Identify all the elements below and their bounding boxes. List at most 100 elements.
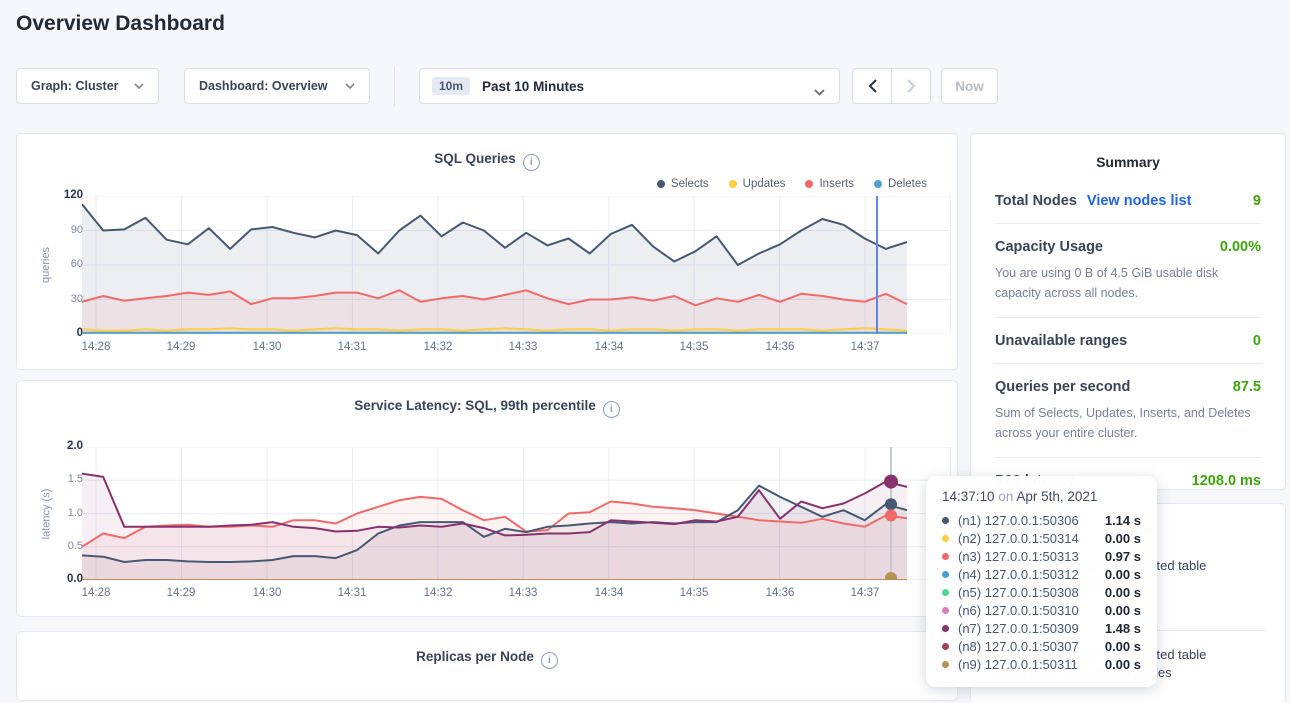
node-value: 0.00 s	[1105, 657, 1141, 672]
node-value: 0.00 s	[1105, 531, 1141, 546]
summary-row-unavailable-ranges: Unavailable ranges 0	[995, 318, 1261, 364]
chevron-right-icon	[907, 79, 916, 93]
node-label: (n4) 127.0.0.1:50312	[958, 567, 1079, 582]
x-tick: 14:29	[151, 341, 211, 353]
node-dot-icon	[942, 661, 949, 668]
legend-item-inserts[interactable]: Inserts	[805, 178, 854, 190]
sql-queries-panel: SQL Queries i Selects Updates Inserts Del…	[16, 133, 958, 370]
chevron-left-icon	[868, 79, 877, 93]
summary-label: Capacity Usage	[995, 239, 1103, 255]
tooltip-node-list: (n1) 127.0.0.1:503061.14 s(n2) 127.0.0.1…	[942, 511, 1141, 673]
node-dot-icon	[942, 517, 949, 524]
prev-time-button[interactable]	[853, 69, 892, 103]
y-tick: 2.0	[27, 440, 83, 452]
x-tick: 14:29	[151, 587, 211, 599]
node-dot-icon	[942, 571, 949, 578]
legend-label: Deletes	[888, 178, 927, 190]
node-label: (n2) 127.0.0.1:50314	[958, 531, 1079, 546]
summary-title: Summary	[995, 154, 1261, 170]
x-tick: 14:36	[750, 587, 810, 599]
info-icon[interactable]: i	[603, 401, 620, 418]
y-tick: 60	[27, 258, 83, 270]
x-tick: 14:36	[750, 341, 810, 353]
service-latency-title-text: Service Latency: SQL, 99th percentile	[354, 398, 596, 413]
graph-dropdown[interactable]: Graph: Cluster	[16, 68, 159, 104]
node-dot-icon	[942, 553, 949, 560]
y-tick: 1.5	[27, 473, 83, 485]
node-dot-icon	[942, 589, 949, 596]
inserts-dot-icon	[805, 180, 813, 188]
legend-item-updates[interactable]: Updates	[729, 178, 786, 190]
service-latency-panel: Service Latency: SQL, 99th percentilei l…	[16, 380, 958, 617]
y-tick: 0.5	[27, 540, 83, 552]
node-label: (n6) 127.0.0.1:50310	[958, 603, 1079, 618]
summary-panel: Summary Total Nodes View nodes list 9 Ca…	[970, 133, 1286, 490]
x-tick: 14:31	[322, 341, 382, 353]
time-range-badge: 10m	[432, 77, 470, 95]
sql-queries-chart[interactable]	[82, 196, 951, 334]
y-tick: 0	[27, 327, 83, 339]
toolbar-divider	[394, 66, 395, 106]
tooltip-row: (n5) 127.0.0.1:503080.00 s	[942, 583, 1141, 601]
summary-label: Total Nodes	[995, 193, 1077, 209]
time-step-buttons	[852, 68, 931, 104]
node-value: 1.48 s	[1105, 621, 1141, 636]
x-tick: 14:30	[237, 341, 297, 353]
deletes-dot-icon	[874, 180, 882, 188]
time-range-label: Past 10 Minutes	[482, 79, 584, 94]
x-tick: 14:30	[237, 587, 297, 599]
tooltip-row: (n3) 127.0.0.1:503130.97 s	[942, 547, 1141, 565]
tooltip-row: (n2) 127.0.0.1:50314 0.00 s	[942, 529, 1141, 547]
service-latency-title: Service Latency: SQL, 99th percentile i	[17, 398, 957, 418]
tooltip-row: (n9) 127.0.0.1:50311 0.00 s	[942, 655, 1141, 673]
chevron-down-icon	[814, 83, 825, 101]
dashboard-dropdown-label: Dashboard: Overview	[199, 79, 328, 93]
now-button[interactable]: Now	[941, 68, 998, 104]
tooltip-timestamp: 14:37:10 on Apr 5th, 2021	[942, 489, 1141, 504]
legend-label: Inserts	[819, 178, 854, 190]
info-icon[interactable]: i	[541, 652, 558, 669]
node-dot-icon	[942, 643, 949, 650]
tooltip-row: (n1) 127.0.0.1:503061.14 s	[942, 511, 1141, 529]
graph-dropdown-label: Graph: Cluster	[31, 79, 119, 93]
x-tick: 14:28	[66, 587, 126, 599]
sql-queries-title-text: SQL Queries	[434, 151, 516, 166]
x-tick: 14:33	[493, 587, 553, 599]
summary-value: 87.5	[1233, 379, 1261, 395]
legend-item-deletes[interactable]: Deletes	[874, 178, 927, 190]
replicas-title-text: Replicas per Node	[416, 649, 534, 664]
y-tick: 0.0	[27, 573, 83, 585]
next-time-button[interactable]	[892, 69, 930, 103]
node-label: (n3) 127.0.0.1:50313	[958, 549, 1079, 564]
dashboard-dropdown[interactable]: Dashboard: Overview	[184, 68, 370, 104]
summary-value: 1208.0 ms	[1192, 473, 1261, 489]
summary-row-qps: Queries per second 87.5 Sum of Selects, …	[995, 364, 1261, 458]
x-tick: 14:34	[579, 587, 639, 599]
x-tick: 14:37	[835, 587, 895, 599]
legend-item-selects[interactable]: Selects	[657, 178, 709, 190]
info-icon[interactable]: i	[523, 154, 540, 171]
time-range-selector[interactable]: 10m Past 10 Minutes	[419, 68, 840, 104]
legend-label: Selects	[671, 178, 709, 190]
replicas-per-node-title: Replicas per Node i	[17, 649, 957, 669]
summary-row-total-nodes: Total Nodes View nodes list 9	[995, 178, 1261, 224]
node-label: (n9) 127.0.0.1:50311	[958, 657, 1078, 672]
y-tick: 120	[27, 189, 83, 201]
node-value: 0.00 s	[1105, 585, 1141, 600]
x-tick: 14:34	[579, 341, 639, 353]
x-tick: 14:33	[493, 341, 553, 353]
legend-label: Updates	[743, 178, 786, 190]
service-latency-chart[interactable]	[82, 447, 951, 580]
x-tick: 14:28	[66, 341, 126, 353]
view-nodes-list-link[interactable]: View nodes list	[1087, 193, 1192, 209]
sql-queries-title: SQL Queries i	[17, 151, 957, 171]
selects-dot-icon	[657, 180, 665, 188]
node-value: 1.14 s	[1105, 513, 1141, 528]
x-tick: 14:31	[322, 587, 382, 599]
tooltip-row: (n7) 127.0.0.1:503091.48 s	[942, 619, 1141, 637]
chevron-down-icon	[345, 83, 355, 89]
updates-dot-icon	[729, 180, 737, 188]
summary-value: 0.00%	[1220, 239, 1261, 255]
sql-queries-legend: Selects Updates Inserts Deletes	[657, 178, 927, 190]
summary-label: Queries per second	[995, 379, 1130, 395]
